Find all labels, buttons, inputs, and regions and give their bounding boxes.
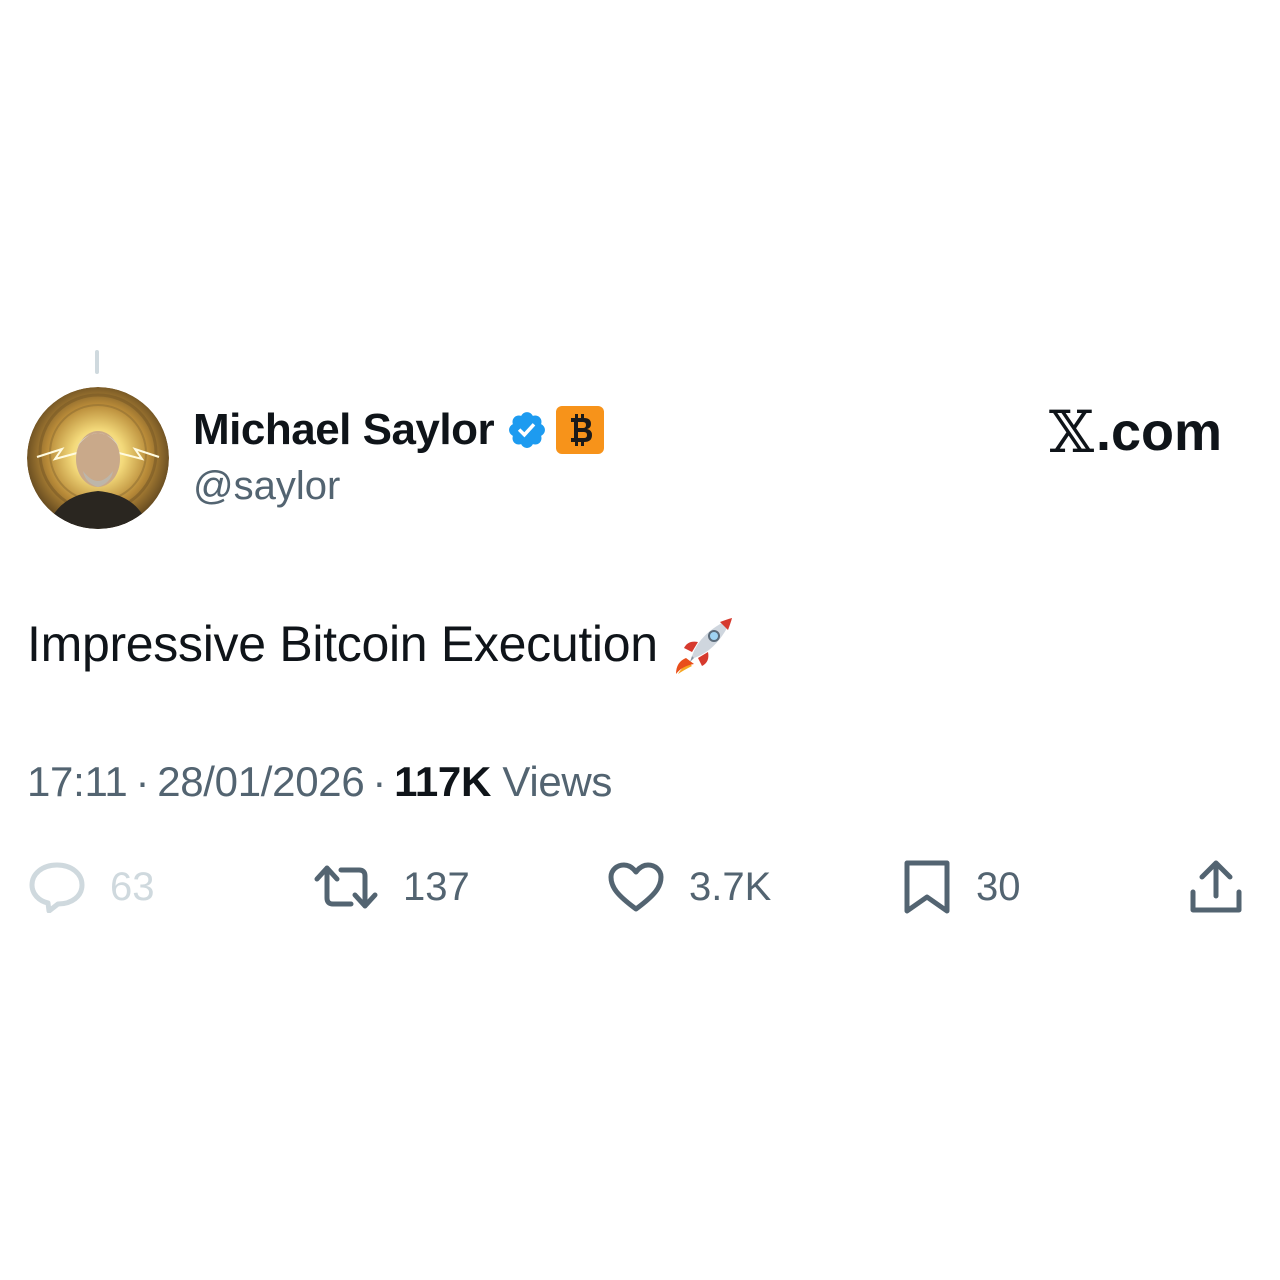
bookmark-count: 30 — [976, 864, 1021, 909]
tweet-text: Impressive Bitcoin Execution — [27, 612, 738, 676]
avatar-image — [27, 387, 169, 529]
author-display-name[interactable]: Michael Saylor — [193, 405, 495, 455]
tweet-card: Michael Saylor @saylor 𝕏 .com Impressive… — [0, 0, 1280, 1280]
bookmark-button[interactable]: 30 — [902, 855, 1021, 919]
avatar[interactable] — [27, 387, 169, 529]
repost-icon — [314, 865, 378, 909]
author-name-row: Michael Saylor — [193, 402, 605, 458]
verified-badge-icon — [509, 412, 546, 448]
like-count: 3.7K — [689, 864, 772, 909]
share-button[interactable] — [1188, 855, 1244, 919]
brand-domain-label: .com — [1095, 402, 1222, 462]
heart-icon — [608, 862, 664, 912]
meta-separator: · — [135, 758, 150, 805]
tweet-meta: 17:11 · 28/01/2026 · 117K Views — [27, 758, 612, 806]
bitcoin-badge-icon — [556, 406, 605, 454]
repost-count: 137 — [403, 864, 470, 909]
meta-separator: · — [372, 758, 387, 805]
x-logo-icon: 𝕏 — [1048, 398, 1094, 466]
tweet-text-body: Impressive Bitcoin Execution — [27, 616, 658, 672]
tweet-time[interactable]: 17:11 — [27, 758, 128, 805]
author-handle[interactable]: @saylor — [193, 464, 340, 509]
x-brand-watermark: 𝕏 .com — [1049, 398, 1222, 466]
rocket-emoji-icon — [675, 618, 732, 674]
views-label: Views — [502, 758, 613, 805]
repost-button[interactable]: 137 — [313, 855, 470, 919]
share-icon — [1190, 860, 1242, 913]
action-bar: 63 137 3.7K 30 — [0, 855, 1280, 919]
views-count: 117K — [394, 758, 491, 805]
tweet-date[interactable]: 28/01/2026 — [157, 758, 365, 805]
reply-count: 63 — [110, 864, 155, 909]
like-button[interactable]: 3.7K — [607, 855, 771, 919]
thread-connector-line — [95, 350, 99, 374]
reply-icon — [29, 862, 85, 913]
reply-button[interactable]: 63 — [28, 855, 155, 919]
bookmark-icon — [904, 860, 950, 914]
